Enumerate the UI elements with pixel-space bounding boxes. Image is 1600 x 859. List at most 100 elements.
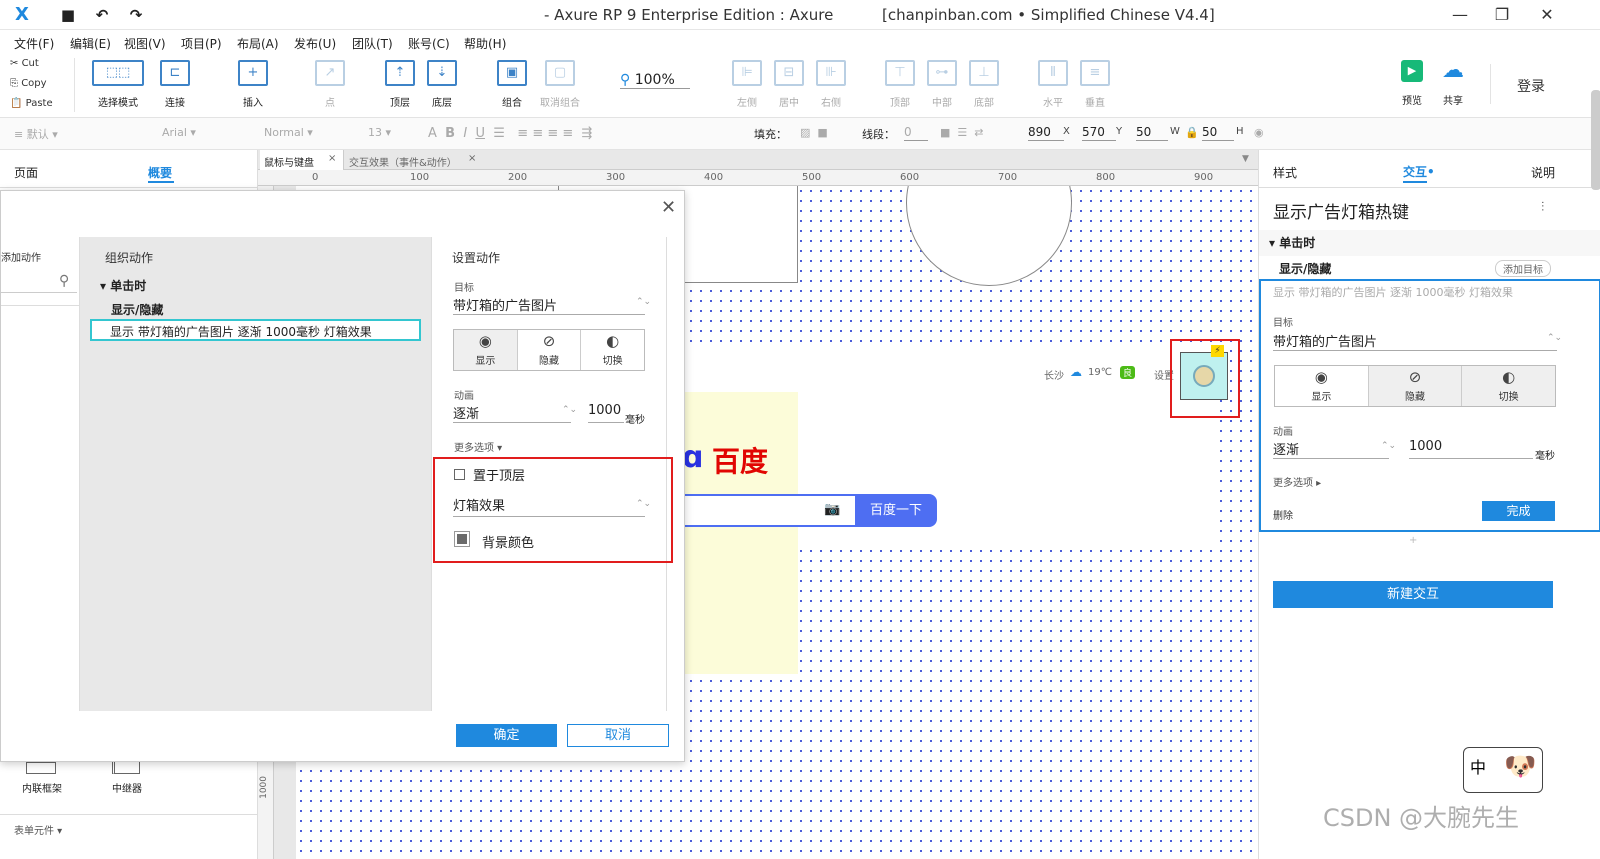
dialog-close-icon[interactable]: ✕ xyxy=(661,197,676,218)
toggle-option[interactable]: ◐ 切换 xyxy=(1462,366,1556,406)
line-style-icons[interactable]: ■ ☰ ⇄ xyxy=(940,126,983,139)
selected-action-row[interactable]: 显示 带灯箱的广告图片 逐渐 1000毫秒 灯箱效果 xyxy=(90,319,421,341)
options-highlight-box xyxy=(433,457,673,563)
maximize-icon[interactable]: ❐ xyxy=(1490,5,1514,25)
camera-icon[interactable]: 📷 xyxy=(824,502,840,517)
tab-pages[interactable]: 页面 xyxy=(14,164,38,181)
tab-outline[interactable]: 概要 xyxy=(148,164,172,181)
connect-button[interactable]: ⊏ 连接 xyxy=(147,60,203,109)
toggle-option[interactable]: ◐ 切换 xyxy=(581,330,645,370)
paste-button[interactable]: 📋 Paste xyxy=(10,98,53,109)
form-widgets-section[interactable]: 表单元件 ▾ xyxy=(14,822,62,837)
vertical-scrollbar[interactable] xyxy=(1591,90,1600,190)
hide-option[interactable]: ⊘ 隐藏 xyxy=(1368,366,1463,406)
ok-button[interactable]: 确定 xyxy=(456,724,557,747)
visibility-eye-icon[interactable]: ◉ xyxy=(1254,126,1264,139)
weight-select[interactable]: Normal ▾ xyxy=(264,126,313,139)
animation-select[interactable]: 逐渐 xyxy=(453,403,571,423)
fill-color-icon[interactable]: ▨ ■ xyxy=(800,126,828,139)
save-icon[interactable]: ■ xyxy=(58,5,78,25)
ime-widget[interactable]: 中 🐶 xyxy=(1463,747,1543,793)
husky-mascot-icon: 🐶 xyxy=(1504,752,1537,782)
redo-icon[interactable]: ↷ xyxy=(126,5,146,25)
w-label: W xyxy=(1170,126,1180,137)
distribute-v-button[interactable]: ≡ 垂直 xyxy=(1067,60,1123,109)
delete-action-link[interactable]: 删除 xyxy=(1273,507,1293,522)
duration-field[interactable]: 1000 xyxy=(588,403,624,423)
style-select[interactable]: ≡ 默认 ▾ xyxy=(14,126,58,142)
menu-view[interactable]: 视图(V) xyxy=(124,35,166,52)
align-left-icon: ⊫ xyxy=(732,60,762,86)
tab-notes[interactable]: 说明 xyxy=(1531,164,1555,181)
action-show-hide[interactable]: 显示/隐藏 xyxy=(1279,260,1331,277)
tabs-dropdown-icon[interactable]: ▼ xyxy=(1242,154,1249,164)
login-button[interactable]: 登录 xyxy=(1517,76,1545,96)
more-options-toggle[interactable]: 更多选项 ▾ xyxy=(454,439,502,454)
tab-interactions[interactable]: 交互• xyxy=(1403,163,1435,180)
add-case-icon[interactable]: + xyxy=(1409,535,1417,546)
font-select[interactable]: Arial ▾ xyxy=(162,126,196,139)
menu-edit[interactable]: 编辑(E) xyxy=(70,35,111,52)
animation-select[interactable]: 逐渐 xyxy=(1273,439,1389,459)
widget-name[interactable]: 显示广告灯箱热键 xyxy=(1273,198,1409,223)
insert-button[interactable]: + 插入 xyxy=(225,60,281,109)
zoom-select[interactable]: ⚲ 100% xyxy=(620,72,690,89)
lock-icon[interactable]: 🔒 xyxy=(1185,126,1199,139)
tab-style[interactable]: 样式 xyxy=(1273,164,1297,181)
copy-button[interactable]: ⎘ Copy xyxy=(10,78,47,89)
preview-icon: ▶ xyxy=(1401,60,1423,82)
baidu-paw-icon: ɑ xyxy=(682,440,704,475)
widget-inline-frame[interactable]: 内联框架 xyxy=(22,780,62,795)
hotspot-widget[interactable]: ⚡ xyxy=(1180,345,1228,400)
width-field[interactable]: 50 xyxy=(1136,125,1168,141)
baidu-search-button[interactable]: 百度一下 xyxy=(855,494,937,527)
align-center-icon: ⊟ xyxy=(774,60,804,86)
tab-canvas-mouse[interactable]: 鼠标与键盘 × xyxy=(260,150,344,170)
line-width-field[interactable]: 0 xyxy=(904,125,928,141)
menu-team[interactable]: 团队(T) xyxy=(352,35,393,52)
menu-file[interactable]: 文件(F) xyxy=(14,35,54,52)
menu-project[interactable]: 项目(P) xyxy=(181,35,222,52)
cancel-button[interactable]: 取消 xyxy=(567,724,669,747)
align-bottom-button[interactable]: ⊥ 底部 xyxy=(956,60,1012,109)
more-options-toggle[interactable]: 更多选项 ▸ xyxy=(1273,474,1321,489)
action-show-hide-item[interactable]: 显示/隐藏 xyxy=(111,301,163,318)
tab-canvas-interaction[interactable]: 交互效果（事件&动作） × xyxy=(346,150,482,170)
event-click-header[interactable]: ▾ 单击时 xyxy=(1269,234,1315,251)
x-field[interactable]: 890 xyxy=(1028,125,1064,141)
minimize-icon[interactable]: — xyxy=(1448,5,1472,25)
add-target-button[interactable]: 添加目标 xyxy=(1495,260,1551,277)
target-select[interactable]: 带灯箱的广告图片 xyxy=(1273,331,1557,351)
close-tab-icon[interactable]: × xyxy=(468,153,476,164)
text-style-icons[interactable]: A B I U ☰ ≡ ≡ ≡ ≡ ⇶ xyxy=(428,126,592,141)
height-field[interactable]: 50 xyxy=(1202,125,1234,141)
share-button[interactable]: ☁ 共享 xyxy=(1425,60,1481,108)
menu-layout[interactable]: 布局(A) xyxy=(237,35,279,52)
menu-account[interactable]: 账号(C) xyxy=(408,35,450,52)
size-select[interactable]: 13 ▾ xyxy=(368,126,391,139)
ungroup-button[interactable]: ▢ 取消组合 xyxy=(532,60,588,109)
duration-field[interactable]: 1000 xyxy=(1409,439,1533,459)
target-select[interactable]: 带灯箱的广告图片 xyxy=(453,295,645,315)
search-icon[interactable]: ⚲ xyxy=(59,273,69,289)
point-button[interactable]: ↗ 点 xyxy=(302,60,358,109)
settings-sliders-icon[interactable]: ⫶ xyxy=(1541,200,1544,215)
done-button[interactable]: 完成 xyxy=(1482,501,1555,521)
event-click-item[interactable]: ▾ 单击时 xyxy=(100,277,146,294)
undo-icon[interactable]: ↶ xyxy=(92,5,112,25)
menu-help[interactable]: 帮助(H) xyxy=(464,35,506,52)
widget-repeater[interactable]: 中继器 xyxy=(112,780,142,795)
y-field[interactable]: 570 xyxy=(1082,125,1116,141)
align-right-button[interactable]: ⊪ 右侧 xyxy=(803,60,859,109)
show-option[interactable]: ◉ 显示 xyxy=(454,330,518,370)
show-option[interactable]: ◉ 显示 xyxy=(1275,366,1369,406)
menu-publish[interactable]: 发布(U) xyxy=(294,35,336,52)
send-bottom-button[interactable]: ⇣ 底层 xyxy=(414,60,470,109)
select-mode-button[interactable]: ⬚⬚ 选择模式 xyxy=(88,60,148,109)
align-top-icon: ⊤ xyxy=(885,60,915,86)
new-interaction-button[interactable]: 新建交互 xyxy=(1273,581,1553,608)
cut-button[interactable]: ✂ Cut xyxy=(10,58,39,69)
close-icon[interactable]: ✕ xyxy=(1535,5,1559,25)
close-tab-icon[interactable]: × xyxy=(328,153,336,164)
hide-option[interactable]: ⊘ 隐藏 xyxy=(517,330,582,370)
